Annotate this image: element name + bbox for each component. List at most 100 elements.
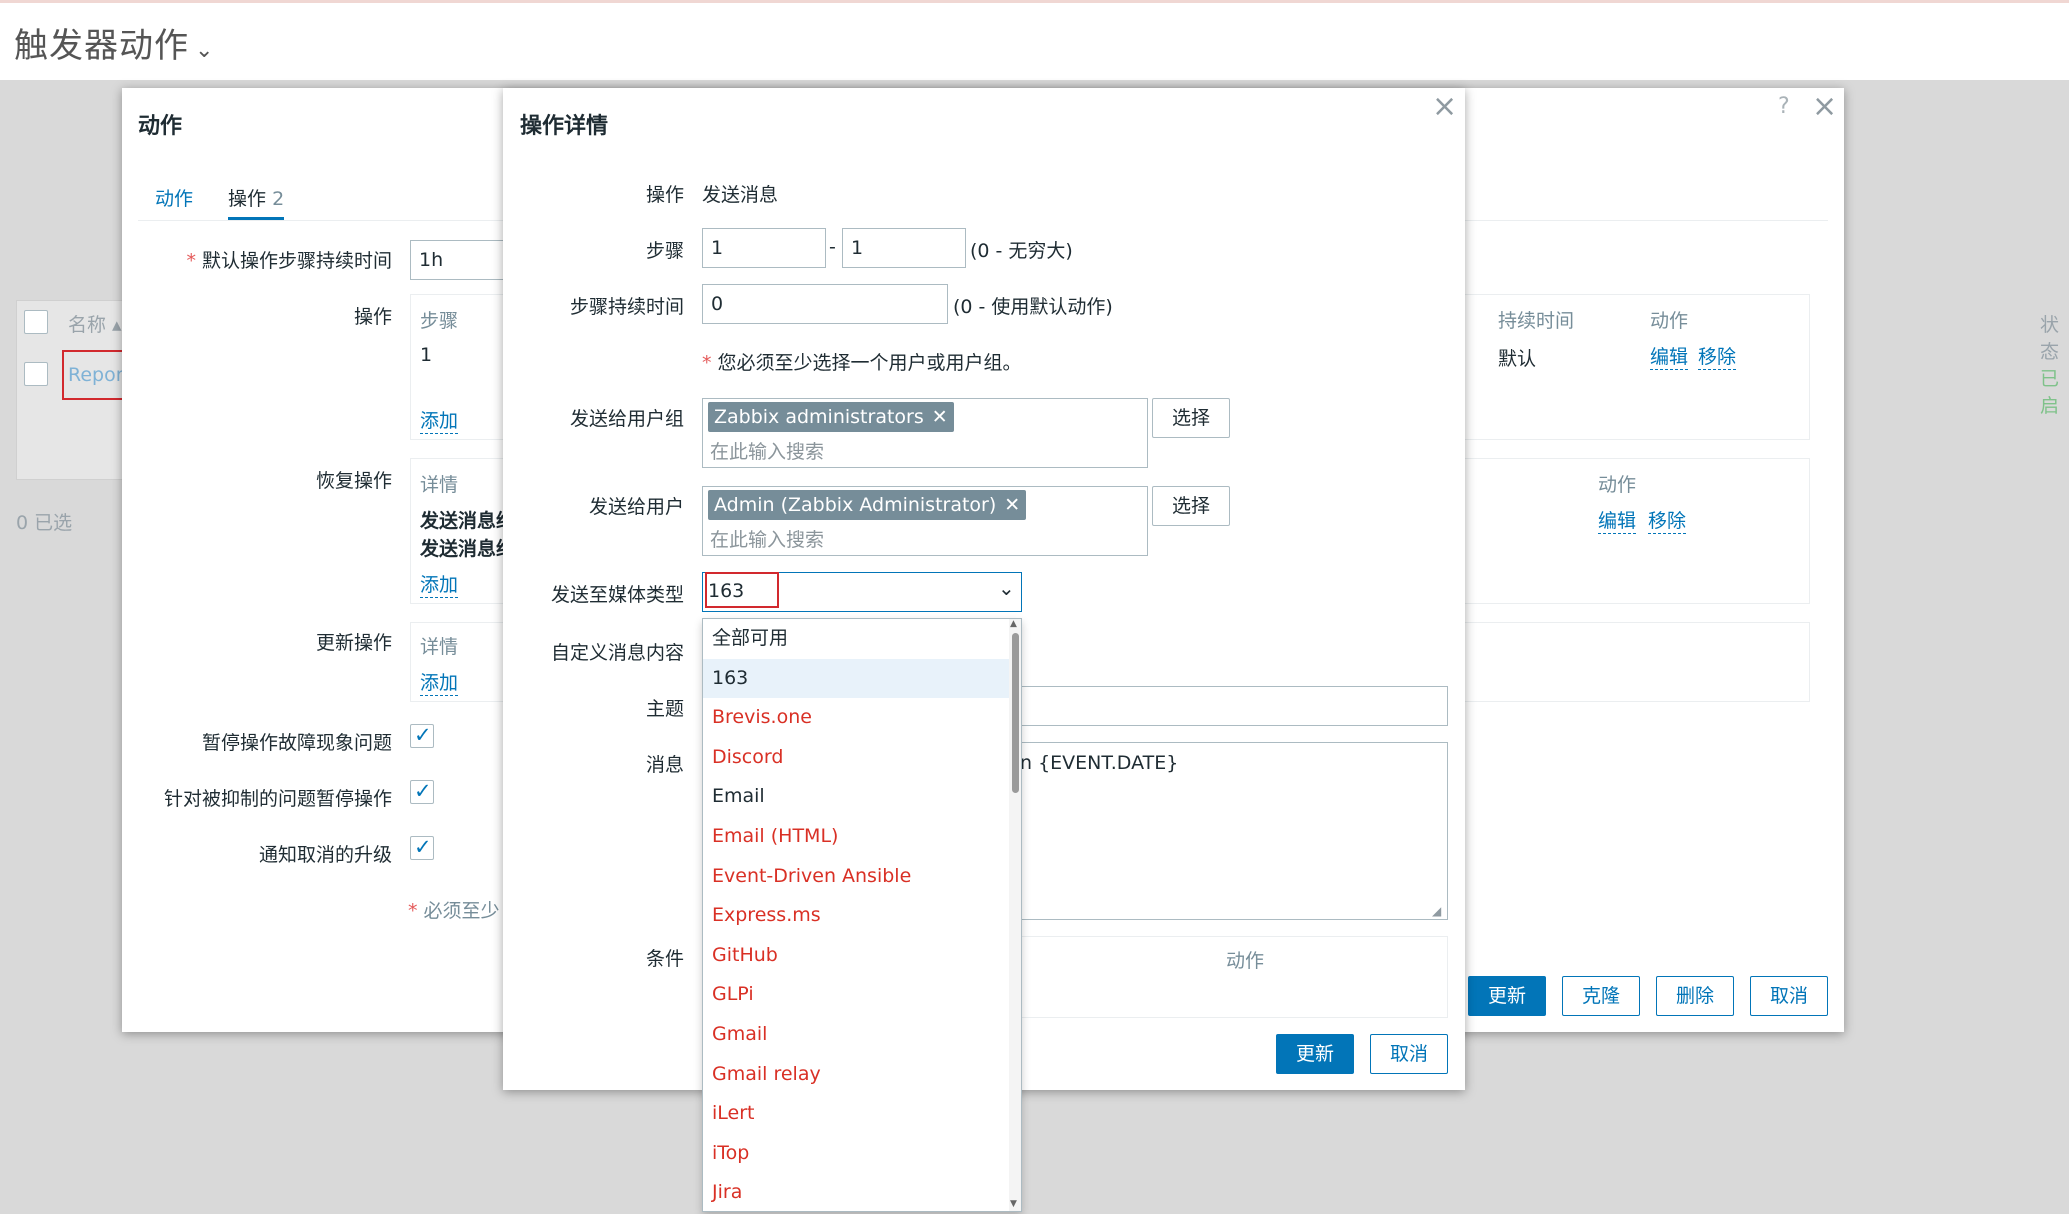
close-icon[interactable]: × <box>1432 92 1457 122</box>
media-type-option[interactable]: Event-Driven Ansible <box>703 857 1009 897</box>
message-visible-text: n {EVENT.DATE} <box>1020 752 1179 774</box>
media-type-option[interactable]: Gmail <box>703 1015 1009 1055</box>
media-type-option[interactable]: Brevis.one <box>703 698 1009 738</box>
media-type-option[interactable]: iLert <box>703 1094 1009 1134</box>
action-dialog-title: 动作 <box>138 114 183 139</box>
steps-dash: - <box>829 236 836 258</box>
chevron-down-icon[interactable]: ⌄ <box>998 576 1015 600</box>
user-group-tag: Zabbix administrators ✕ <box>708 402 954 432</box>
page-header <box>0 0 2069 80</box>
help-icon[interactable]: ? <box>1778 94 1790 119</box>
action-cancel-button[interactable]: 取消 <box>1750 976 1828 1016</box>
media-type-dropdown: 全部可用 163 Brevis.one Discord Email Email (HTML… <box>702 618 1022 1212</box>
media-type-option[interactable]: GLPi <box>703 975 1009 1015</box>
recovery-remove-link[interactable]: 移除 <box>1648 506 1687 534</box>
update-add-link[interactable]: 添加 <box>420 668 459 696</box>
user-groups-label: 发送给用户组 <box>569 408 684 430</box>
message-label: 消息 <box>645 754 684 776</box>
media-type-option[interactable]: Express.ms <box>703 896 1009 936</box>
steps-label: 步骤 <box>645 240 684 262</box>
recovery-row-1: 发送消息给 <box>420 510 516 532</box>
operation-value: 发送消息 <box>702 184 779 206</box>
media-type-option[interactable]: Gmail relay <box>703 1055 1009 1095</box>
step-duration-label: 步骤持续时间 <box>569 296 684 318</box>
required-note: * 必须至少 <box>408 900 500 922</box>
resize-handle-icon[interactable]: ◢ <box>1432 904 1441 918</box>
bg-row-name[interactable]: Repor <box>68 364 124 386</box>
media-type-option[interactable]: Discord <box>703 738 1009 778</box>
scroll-up-icon[interactable]: ▲ <box>1010 619 1017 629</box>
recovery-add-link[interactable]: 添加 <box>420 570 459 598</box>
must-select-note: * 您必须至少选择一个用户或用户组。 <box>702 352 1022 374</box>
pause-symptoms-checkbox[interactable] <box>410 723 434 748</box>
operations-row-duration: 默认 <box>1498 348 1537 370</box>
action-clone-button[interactable]: 克隆 <box>1562 976 1640 1016</box>
scroll-down-icon[interactable]: ▼ <box>1010 1199 1017 1209</box>
steps-from-input[interactable]: 1 <box>702 228 826 268</box>
dropdown-options: 全部可用 163 Brevis.one Discord Email Email (HTML… <box>703 619 1009 1211</box>
bg-selected-count: 0 已选 <box>16 512 73 534</box>
user-groups-select-button[interactable]: 选择 <box>1152 398 1230 438</box>
media-type-option[interactable]: Email <box>703 777 1009 817</box>
recovery-operations-label: 恢复操作 <box>315 470 392 492</box>
operations-add-link[interactable]: 添加 <box>420 406 459 434</box>
highlight-box <box>705 572 779 608</box>
steps-to-input[interactable]: 1 <box>842 228 966 268</box>
step-duration-input[interactable]: 0 <box>702 284 948 324</box>
media-type-option[interactable]: Email (HTML) <box>703 817 1009 857</box>
chevron-down-icon[interactable]: ⌄ <box>195 38 214 63</box>
bg-column-name[interactable]: 名称 ▴ <box>68 310 122 337</box>
bg-select-all-checkbox[interactable] <box>24 310 48 334</box>
operation-update-button[interactable]: 更新 <box>1276 1034 1354 1074</box>
media-type-option[interactable]: iTop <box>703 1134 1009 1174</box>
operation-cancel-button[interactable]: 取消 <box>1370 1034 1448 1074</box>
operations-remove-link[interactable]: 移除 <box>1698 342 1737 370</box>
notify-cancelled-label: 通知取消的升级 <box>258 844 392 866</box>
scrollbar-thumb[interactable] <box>1012 633 1019 793</box>
remove-tag-icon[interactable]: ✕ <box>1004 494 1020 516</box>
bg-row-status[interactable]: 已启 <box>2040 364 2069 418</box>
update-operations-label: 更新操作 <box>315 632 392 654</box>
users-search-placeholder[interactable]: 在此输入搜索 <box>710 525 824 552</box>
action-update-button[interactable]: 更新 <box>1468 976 1546 1016</box>
remove-tag-icon[interactable]: ✕ <box>932 406 948 428</box>
bg-row-checkbox[interactable] <box>24 362 48 386</box>
user-groups-search-placeholder[interactable]: 在此输入搜索 <box>710 437 824 464</box>
pause-suppressed-label: 针对被抑制的问题暂停操作 <box>163 788 392 810</box>
recovery-edit-link[interactable]: 编辑 <box>1598 506 1637 534</box>
tab-operations[interactable]: 操作 2 <box>228 184 285 220</box>
media-type-option[interactable]: GitHub <box>703 936 1009 976</box>
step-duration-hint: (0 - 使用默认动作) <box>953 296 1113 318</box>
recovery-header-action: 动作 <box>1598 474 1637 496</box>
operations-row-steps: 1 <box>420 344 433 366</box>
operations-header-action: 动作 <box>1650 310 1689 332</box>
media-type-option[interactable]: Jira <box>703 1173 1009 1211</box>
operations-edit-link[interactable]: 编辑 <box>1650 342 1689 370</box>
tab-action[interactable]: 动作 <box>155 184 193 211</box>
tab-badge: 2 <box>272 188 285 210</box>
operation-label: 操作 <box>645 184 684 206</box>
custom-message-label: 自定义消息内容 <box>550 642 684 664</box>
close-icon[interactable]: × <box>1812 92 1837 122</box>
steps-hint: (0 - 无穷大) <box>970 240 1073 262</box>
conditions-header-action: 动作 <box>1226 950 1265 972</box>
media-type-option[interactable]: 全部可用 <box>703 619 1009 659</box>
page-title[interactable]: 触发器动作 ⌄ <box>14 18 214 67</box>
pause-suppressed-checkbox[interactable] <box>410 779 434 804</box>
notify-cancelled-checkbox[interactable] <box>410 835 434 860</box>
media-type-label: 发送至媒体类型 <box>550 584 684 606</box>
media-type-option[interactable]: 163 <box>703 658 1009 699</box>
operation-details-title: 操作详情 <box>520 114 609 139</box>
default-step-duration-input[interactable]: 1h <box>410 240 506 280</box>
user-tag: Admin (Zabbix Administrator) ✕ <box>708 490 1027 520</box>
action-delete-button[interactable]: 删除 <box>1656 976 1734 1016</box>
operations-label: 操作 <box>353 306 392 328</box>
default-step-duration-label: * 默认操作步骤持续时间 <box>186 250 392 272</box>
bg-column-status[interactable]: 状态 <box>2040 310 2069 364</box>
users-select-button[interactable]: 选择 <box>1152 486 1230 526</box>
pause-symptoms-label: 暂停操作故障现象问题 <box>201 732 392 754</box>
recovery-header-details: 详情 <box>420 474 459 496</box>
users-label: 发送给用户 <box>588 496 684 518</box>
recovery-row-2: 发送消息给 <box>420 538 516 560</box>
subject-label: 主题 <box>645 698 684 720</box>
